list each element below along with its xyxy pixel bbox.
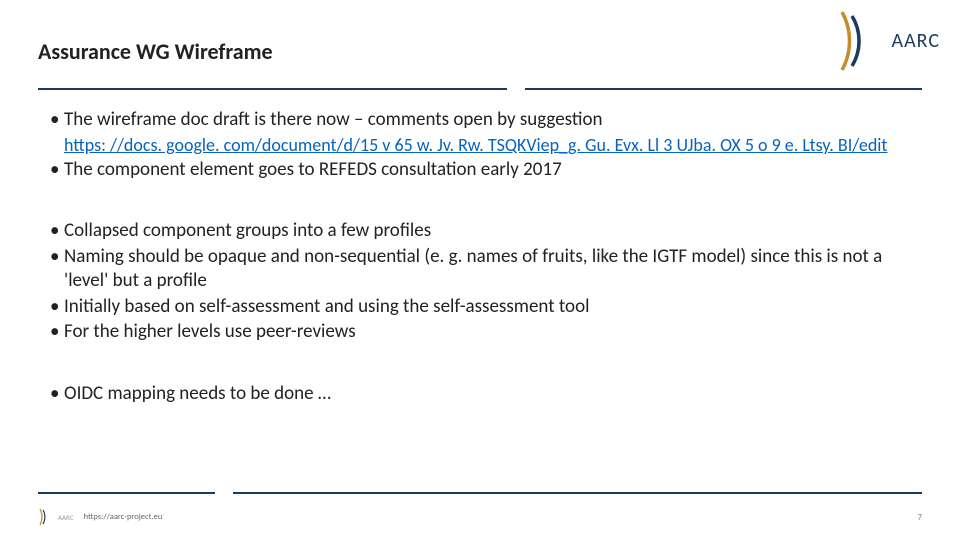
bullet-5: • Initially based on self-assessment and… (50, 295, 910, 319)
bullet-2: • The component element goes to REFEDS c… (50, 158, 910, 182)
bullet-1-link: https: //docs. google. com/document/d/15… (64, 134, 910, 158)
bullet-7: • OIDC mapping needs to be done … (50, 382, 910, 406)
footer-divider (38, 492, 922, 494)
aarc-arc-icon (836, 10, 890, 72)
footer-logo: AARC https://aarc-project.eu (38, 508, 162, 526)
page-number: 7 (917, 512, 922, 523)
bullet-3: • Collapsed component groups into a few … (50, 219, 910, 243)
logo: AARC (836, 10, 941, 72)
bullet-6: • For the higher levels use peer-reviews (50, 320, 910, 344)
footer-logo-text: AARC (58, 513, 74, 522)
logo-text: AARC (892, 29, 941, 53)
body-content: • The wireframe doc draft is there now –… (50, 108, 910, 408)
doc-link[interactable]: https: //docs. google. com/document/d/15… (64, 134, 887, 156)
slide-title: Assurance WG Wireframe (38, 38, 273, 65)
header: Assurance WG Wireframe (38, 38, 922, 65)
bullet-1: • The wireframe doc draft is there now –… (50, 108, 910, 132)
footer: AARC https://aarc-project.eu 7 (38, 508, 922, 526)
slide: Assurance WG Wireframe AARC • The wirefr… (0, 0, 960, 540)
bullet-4: • Naming should be opaque and non-sequen… (50, 245, 910, 293)
footer-url: https://aarc-project.eu (84, 512, 163, 522)
header-divider (38, 88, 922, 90)
aarc-arc-icon (38, 508, 54, 526)
